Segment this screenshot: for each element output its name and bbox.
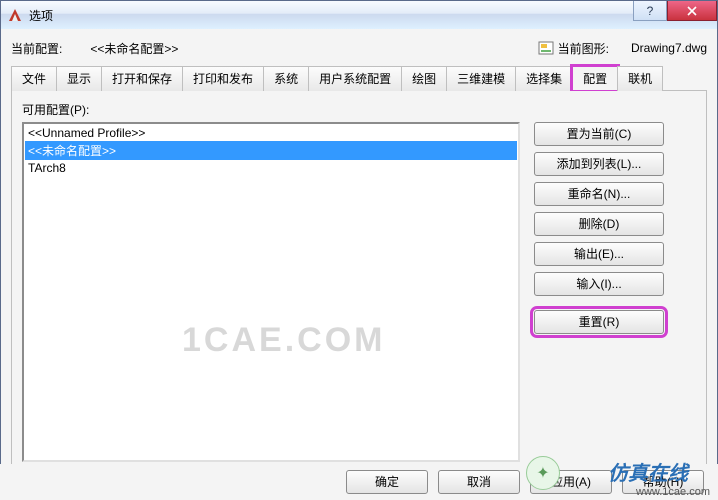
current-drawing-label: 当前图形:	[558, 40, 609, 57]
list-item[interactable]: TArch8	[25, 160, 517, 176]
tab-文件[interactable]: 文件	[11, 66, 57, 91]
current-profile-value: <<未命名配置>>	[90, 40, 178, 57]
tab-选择集[interactable]: 选择集	[515, 66, 573, 91]
tab-显示[interactable]: 显示	[56, 66, 102, 91]
window-controls: ?	[633, 1, 717, 21]
apply-button[interactable]: 应用(A)	[530, 470, 612, 494]
tab-打开和保存[interactable]: 打开和保存	[101, 66, 183, 91]
reset-button[interactable]: 重置(R)	[534, 310, 664, 334]
dialog-footer: 确定 取消 应用(A) 帮助(H)	[0, 464, 718, 500]
tab-三维建模[interactable]: 三维建模	[446, 66, 516, 91]
profiles-panel: 可用配置(P): <<Unnamed Profile>><<未命名配置>>TAr…	[11, 91, 707, 483]
list-item[interactable]: <<Unnamed Profile>>	[25, 125, 517, 141]
info-row: 当前配置: <<未命名配置>> 当前图形: Drawing7.dwg	[11, 37, 707, 59]
titlebar[interactable]: 选项 ?	[1, 1, 717, 29]
export-button[interactable]: 输出(E)...	[534, 242, 664, 266]
dialog-content: 当前配置: <<未命名配置>> 当前图形: Drawing7.dwg 文件显示打…	[1, 29, 717, 483]
available-profiles-label: 可用配置(P):	[22, 101, 696, 118]
import-button[interactable]: 输入(I)...	[534, 272, 664, 296]
profiles-listbox[interactable]: <<Unnamed Profile>><<未命名配置>>TArch8 1CAE.C…	[22, 122, 520, 462]
current-drawing-value: Drawing7.dwg	[631, 41, 707, 55]
tab-系统[interactable]: 系统	[263, 66, 309, 91]
close-button[interactable]	[667, 1, 717, 21]
help-button[interactable]: ?	[633, 1, 667, 21]
list-item[interactable]: <<未命名配置>>	[25, 141, 517, 160]
cancel-button[interactable]: 取消	[438, 470, 520, 494]
add-to-list-button[interactable]: 添加到列表(L)...	[534, 152, 664, 176]
tab-用户系统配置[interactable]: 用户系统配置	[308, 66, 402, 91]
options-dialog: 选项 ? 当前配置: <<未命名配置>> 当前图形: Drawing7.dwg …	[0, 0, 718, 484]
tab-联机[interactable]: 联机	[617, 66, 663, 91]
rename-button[interactable]: 重命名(N)...	[534, 182, 664, 206]
set-current-button[interactable]: 置为当前(C)	[534, 122, 664, 146]
profile-buttons: 置为当前(C) 添加到列表(L)... 重命名(N)... 删除(D) 输出(E…	[534, 122, 664, 462]
tab-打印和发布[interactable]: 打印和发布	[182, 66, 264, 91]
tab-strip: 文件显示打开和保存打印和发布系统用户系统配置绘图三维建模选择集配置联机	[11, 65, 707, 91]
current-profile-label: 当前配置:	[11, 40, 62, 57]
tab-配置[interactable]: 配置	[572, 66, 618, 91]
window-title: 选项	[29, 7, 53, 24]
tab-绘图[interactable]: 绘图	[401, 66, 447, 91]
help-footer-button[interactable]: 帮助(H)	[622, 470, 704, 494]
app-icon	[7, 7, 23, 23]
watermark: 1CAE.COM	[182, 321, 385, 360]
dwg-icon	[538, 40, 554, 56]
ok-button[interactable]: 确定	[346, 470, 428, 494]
delete-button[interactable]: 删除(D)	[534, 212, 664, 236]
